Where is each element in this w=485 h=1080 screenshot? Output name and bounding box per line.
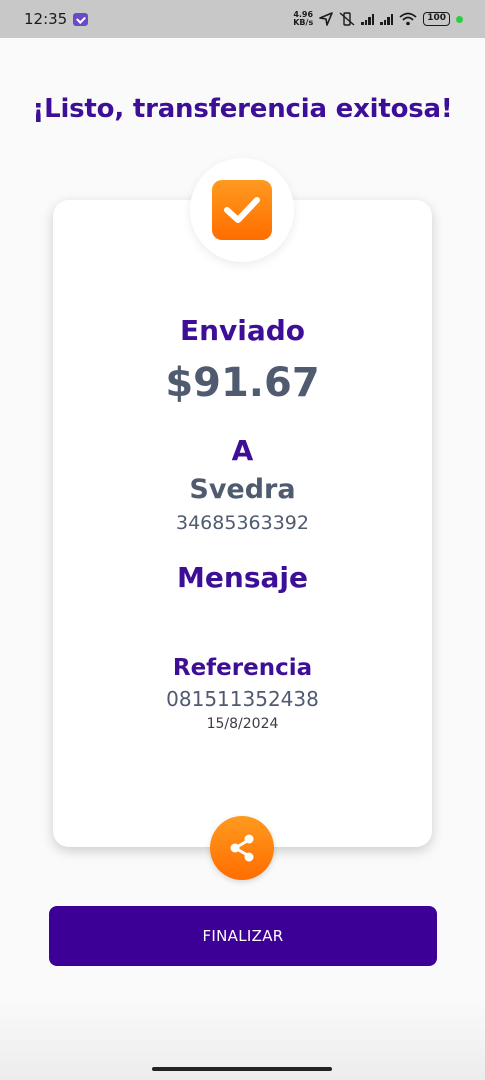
app-notification-icon <box>73 12 89 26</box>
recipient-phone: 34685363392 <box>176 512 309 534</box>
sent-label: Enviado <box>179 314 306 347</box>
transaction-date: 15/8/2024 <box>206 716 279 732</box>
network-speed: 4.96 KB/s <box>293 11 313 27</box>
signal-icon-2 <box>380 13 394 25</box>
wifi-icon <box>399 12 417 26</box>
recipient-name: Svedra <box>189 474 296 505</box>
recipient-label: A <box>231 434 254 467</box>
gesture-nav-handle[interactable] <box>152 1067 332 1071</box>
status-bar-right: 4.96 KB/s 100 <box>293 11 463 27</box>
page-title: ¡Listo, transferencia exitosa! <box>32 94 453 124</box>
check-icon <box>212 180 272 240</box>
message-label: Mensaje <box>177 561 308 594</box>
success-badge <box>190 158 294 262</box>
network-speed-unit: KB/s <box>293 18 314 27</box>
status-bar: 12:35 4.96 KB/s 100 <box>0 0 485 38</box>
status-time: 12:35 <box>24 10 68 28</box>
reference-value: 081511352438 <box>166 687 319 711</box>
share-icon <box>230 834 254 862</box>
share-button[interactable] <box>210 816 274 880</box>
location-icon <box>319 12 334 26</box>
signal-icon-1 <box>361 13 375 25</box>
finish-button[interactable]: FINALIZAR <box>49 906 437 966</box>
status-bar-left: 12:35 <box>24 10 89 28</box>
battery-icon: 100 <box>423 12 450 26</box>
vibrate-off-icon <box>339 12 355 26</box>
privacy-dot-icon <box>456 15 463 23</box>
reference-label: Referencia <box>172 655 313 681</box>
amount-value: $91.67 <box>165 360 320 406</box>
